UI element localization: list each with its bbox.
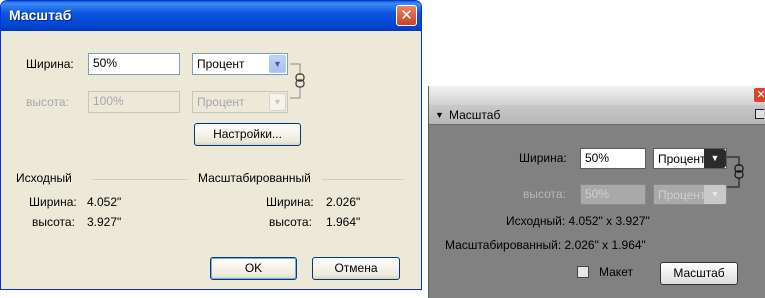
- scale-panel: ✕ ▼ Масштаб Ширина: 50% Процент ▼ высота…: [428, 86, 765, 298]
- scale-dialog: Масштаб ✕ Ширина: 50% Процент ▼ высота: …: [0, 0, 422, 290]
- panel-width-input-value: 50%: [585, 151, 610, 165]
- ok-button[interactable]: OK: [210, 257, 297, 280]
- panel-menu-icon[interactable]: [755, 109, 764, 119]
- panel-height-unit-value: Процент: [658, 188, 706, 202]
- height-unit-select: Процент ▼: [192, 91, 288, 113]
- close-icon[interactable]: ✕: [754, 88, 765, 102]
- height-unit-value: Процент: [197, 95, 245, 109]
- constrain-link-icon[interactable]: [727, 154, 747, 190]
- panel-width-unit-select[interactable]: Процент ▼: [653, 148, 727, 169]
- scaled-header: Масштабированный: [198, 171, 311, 185]
- original-height-label: высота:: [32, 215, 75, 229]
- layout-checkbox[interactable]: [577, 266, 589, 278]
- settings-button[interactable]: Настройки...: [194, 123, 301, 146]
- chevron-down-icon: ▼: [269, 55, 286, 73]
- original-width-label: Ширина:: [29, 195, 77, 209]
- scaled-height-label: высота:: [269, 215, 312, 229]
- width-unit-value: Процент: [197, 57, 245, 71]
- panel-topbar[interactable]: ✕: [429, 86, 765, 105]
- original-height-value: 3.927": [87, 215, 122, 229]
- width-input[interactable]: 50%: [88, 53, 180, 75]
- panel-original-text: Исходный: 4.052" x 3.927": [506, 214, 650, 228]
- chevron-down-icon: ▼: [269, 93, 286, 111]
- cancel-button[interactable]: Отмена: [312, 257, 400, 280]
- chevron-down-icon: ▼: [704, 149, 726, 168]
- scaled-width-value: 2.026": [326, 195, 361, 209]
- panel-width-input[interactable]: 50%: [580, 148, 646, 169]
- scale-button-label: Масштаб: [673, 266, 725, 280]
- panel-height-unit-select: Процент ▼: [653, 184, 727, 205]
- height-label: высота:: [26, 95, 69, 109]
- chevron-down-icon: ▼: [704, 185, 726, 204]
- close-icon[interactable]: ✕: [396, 5, 417, 26]
- height-input: 100%: [88, 91, 180, 113]
- dialog-title: Масштаб: [9, 7, 72, 23]
- width-input-value: 50%: [93, 56, 118, 70]
- ok-button-label: OK: [244, 261, 263, 275]
- panel-title: Масштаб: [449, 108, 501, 122]
- scaled-divider: [322, 179, 404, 180]
- panel-header[interactable]: ▼ Масштаб: [429, 105, 765, 125]
- scaled-height-value: 1.964": [326, 215, 361, 229]
- dialog-titlebar[interactable]: Масштаб ✕: [1, 1, 421, 31]
- width-unit-select[interactable]: Процент ▼: [192, 53, 288, 75]
- settings-button-label: Настройки...: [213, 127, 282, 141]
- width-label: Ширина:: [26, 57, 74, 71]
- cancel-button-label: Отмена: [334, 261, 378, 275]
- panel-height-label: высота:: [523, 187, 566, 201]
- original-width-value: 4.052": [87, 195, 122, 209]
- panel-height-input: 50%: [580, 184, 646, 205]
- constrain-link-icon[interactable]: [290, 61, 310, 101]
- panel-width-unit-value: Процент: [658, 152, 706, 166]
- panel-scaled-text: Масштабированный: 2.026" x 1.964": [445, 238, 646, 252]
- panel-width-label: Ширина:: [519, 151, 567, 165]
- layout-checkbox-label: Макет: [599, 265, 633, 279]
- scale-button[interactable]: Масштаб: [660, 262, 738, 285]
- scaled-width-label: Ширина:: [266, 195, 314, 209]
- collapse-triangle-icon[interactable]: ▼: [435, 110, 444, 120]
- height-input-value: 100%: [93, 94, 124, 108]
- original-divider: [92, 179, 188, 180]
- panel-height-input-value: 50%: [585, 187, 610, 201]
- dialog-body: Ширина: 50% Процент ▼ высота: 100% Проце…: [4, 31, 418, 286]
- original-header: Исходный: [16, 171, 72, 185]
